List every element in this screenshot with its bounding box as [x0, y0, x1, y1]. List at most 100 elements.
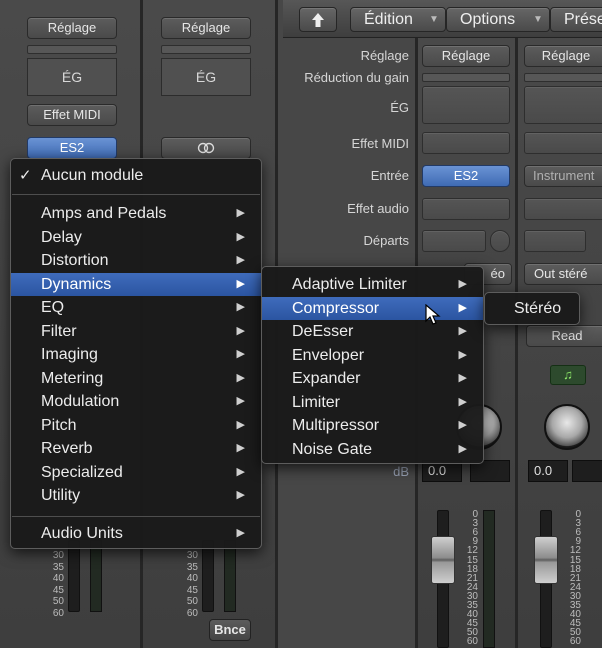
menu-item-category[interactable]: Utility ▶ — [11, 484, 261, 507]
sends-label: Départs — [363, 233, 409, 248]
edit-menu[interactable]: Édition ▼ — [350, 7, 446, 32]
scale-tick-label: 40 — [52, 573, 64, 584]
audio-effect-slot[interactable] — [422, 198, 510, 220]
submenu-arrow-icon: ▶ — [458, 325, 467, 337]
menu-item-plugin[interactable]: Adaptive Limiter ▶ — [262, 273, 483, 296]
instrument-slot[interactable]: ES2 — [27, 137, 117, 159]
volume-fader-handle[interactable] — [534, 536, 558, 584]
volume-fader-track[interactable] — [202, 540, 214, 612]
send-knob[interactable] — [490, 230, 510, 252]
music-note-icon: ♫ — [563, 367, 573, 382]
menu-item-category[interactable]: Distortion ▶ — [11, 249, 261, 272]
edit-menu-label: Édition — [364, 11, 413, 28]
submenu-arrow-icon: ▶ — [236, 301, 245, 313]
gain-reduction-label: Réduction du gain — [304, 70, 409, 85]
menu-item-category[interactable]: Metering ▶ — [11, 367, 261, 390]
automation-mode[interactable]: Read — [526, 325, 602, 347]
toolbar: Édition ▼ Options ▼ Prése — [283, 0, 602, 38]
eq-display[interactable]: ÉG — [161, 58, 251, 96]
submenu-arrow-icon: ▶ — [458, 395, 467, 408]
volume-value[interactable]: 0.0 — [528, 460, 568, 482]
menu-item-plugin[interactable]: Noise Gate ▶ — [262, 438, 483, 461]
menu-item-category[interactable]: EQ ▶ — [11, 296, 261, 319]
menu-item-plugin[interactable]: Limiter ▶ — [262, 391, 483, 414]
menu-item-plugin[interactable]: DeEsser ▶ — [262, 320, 483, 343]
setting-button[interactable]: Réglage — [422, 45, 510, 67]
stereo-link-icon — [197, 142, 215, 154]
menu-item-none[interactable]: ✓ Aucun module — [11, 164, 261, 187]
presets-menu[interactable]: Prése — [550, 7, 602, 32]
scale-tick-label: 30 — [186, 550, 198, 561]
menu-item-plugin[interactable]: Enveloper ▶ — [262, 344, 483, 367]
menu-item-audio-units[interactable]: Audio Units ▶ — [11, 522, 261, 545]
submenu-arrow-icon: ▶ — [458, 419, 467, 431]
send-slot[interactable] — [422, 230, 486, 252]
submenu-arrow-icon: ▶ — [236, 465, 245, 478]
stereo-link-button[interactable] — [161, 137, 251, 159]
menu-item-category[interactable]: Specialized ▶ — [11, 461, 261, 484]
midi-icon-button[interactable]: ♫ — [550, 365, 586, 385]
menu-item-category[interactable]: Modulation ▶ — [11, 390, 261, 413]
menu-item-plugin[interactable]: Compressor ▶ — [262, 296, 483, 320]
scale-tick-label: 35 — [52, 561, 64, 573]
menu-item-plugin[interactable]: Multipressor ▶ — [262, 414, 483, 437]
submenu-arrow-icon: ▶ — [458, 348, 467, 361]
options-menu[interactable]: Options ▼ — [446, 7, 550, 32]
setting-button[interactable]: Réglage — [161, 17, 251, 39]
mouse-pointer-icon — [425, 304, 441, 325]
submenu-arrow-icon: ▶ — [458, 442, 467, 455]
menu-item-category[interactable]: Imaging ▶ — [11, 343, 261, 366]
up-button[interactable] — [299, 7, 337, 32]
scale-tick-label: 30 — [52, 550, 64, 561]
eq-display[interactable] — [422, 86, 510, 124]
menu-item-category[interactable]: Pitch ▶ — [11, 414, 261, 437]
midi-effect-slot[interactable] — [524, 132, 602, 154]
submenu-arrow-icon: ▶ — [458, 278, 467, 290]
menu-item-category[interactable]: Amps and Pedals ▶ — [11, 202, 261, 225]
menu-item-plugin[interactable]: Expander ▶ — [262, 367, 483, 390]
menu-item-channel-format[interactable]: Stéréo — [485, 297, 579, 320]
scale-tick-label: 45 — [186, 584, 198, 596]
setting-button[interactable]: Réglage — [524, 45, 602, 67]
midi-effect-slot[interactable] — [422, 132, 510, 154]
submenu-arrow-icon: ▶ — [236, 277, 245, 290]
options-menu-label: Options — [460, 11, 516, 28]
submenu-arrow-icon: ▶ — [236, 527, 245, 539]
output-slot[interactable]: Out stéré — [524, 263, 602, 285]
chevron-down-icon: ▼ — [533, 14, 543, 25]
submenu-arrow-icon: ▶ — [236, 489, 245, 501]
midi-effect-slot[interactable]: Effet MIDI — [27, 104, 117, 126]
input-slot[interactable]: Instrument — [524, 165, 602, 187]
volume-fader-track[interactable] — [68, 540, 80, 612]
eq-display[interactable] — [524, 86, 602, 124]
setting-label: Réglage — [360, 48, 409, 63]
input-slot[interactable]: ES2 — [422, 165, 510, 187]
pan-knob[interactable] — [544, 404, 590, 450]
send-slot[interactable] — [524, 230, 586, 252]
scale-tick-label: 60 — [466, 636, 478, 648]
submenu-arrow-icon: ▶ — [236, 418, 245, 431]
db-label: dB — [393, 464, 409, 479]
submenu-arrow-icon: ▶ — [236, 254, 245, 266]
scale-tick-label: 50 — [52, 596, 64, 607]
menu-item-category[interactable]: Delay ▶ — [11, 226, 261, 249]
submenu-arrow-icon: ▶ — [236, 395, 245, 407]
menu-separator — [12, 516, 260, 517]
menu-item-category[interactable]: Dynamics ▶ — [11, 272, 261, 296]
eq-display[interactable]: ÉG — [27, 58, 117, 96]
menu-item-category[interactable]: Filter ▶ — [11, 320, 261, 343]
setting-button[interactable]: Réglage — [27, 17, 117, 39]
up-arrow-icon — [312, 13, 324, 27]
scale-tick-label: 50 — [186, 596, 198, 607]
submenu-arrow-icon: ▶ — [236, 371, 245, 384]
audio-effect-slot[interactable] — [524, 198, 602, 220]
bounce-button[interactable]: Bnce — [209, 619, 251, 641]
level-meter — [483, 510, 495, 648]
menu-item-category[interactable]: Reverb ▶ — [11, 437, 261, 460]
presets-menu-label: Prése — [564, 11, 602, 28]
volume-fader-handle[interactable] — [431, 536, 455, 584]
gain-reduction-meter — [524, 73, 602, 82]
eq-label: ÉG — [390, 100, 409, 115]
audio-effect-label: Effet audio — [347, 201, 409, 216]
level-meter — [90, 540, 102, 612]
